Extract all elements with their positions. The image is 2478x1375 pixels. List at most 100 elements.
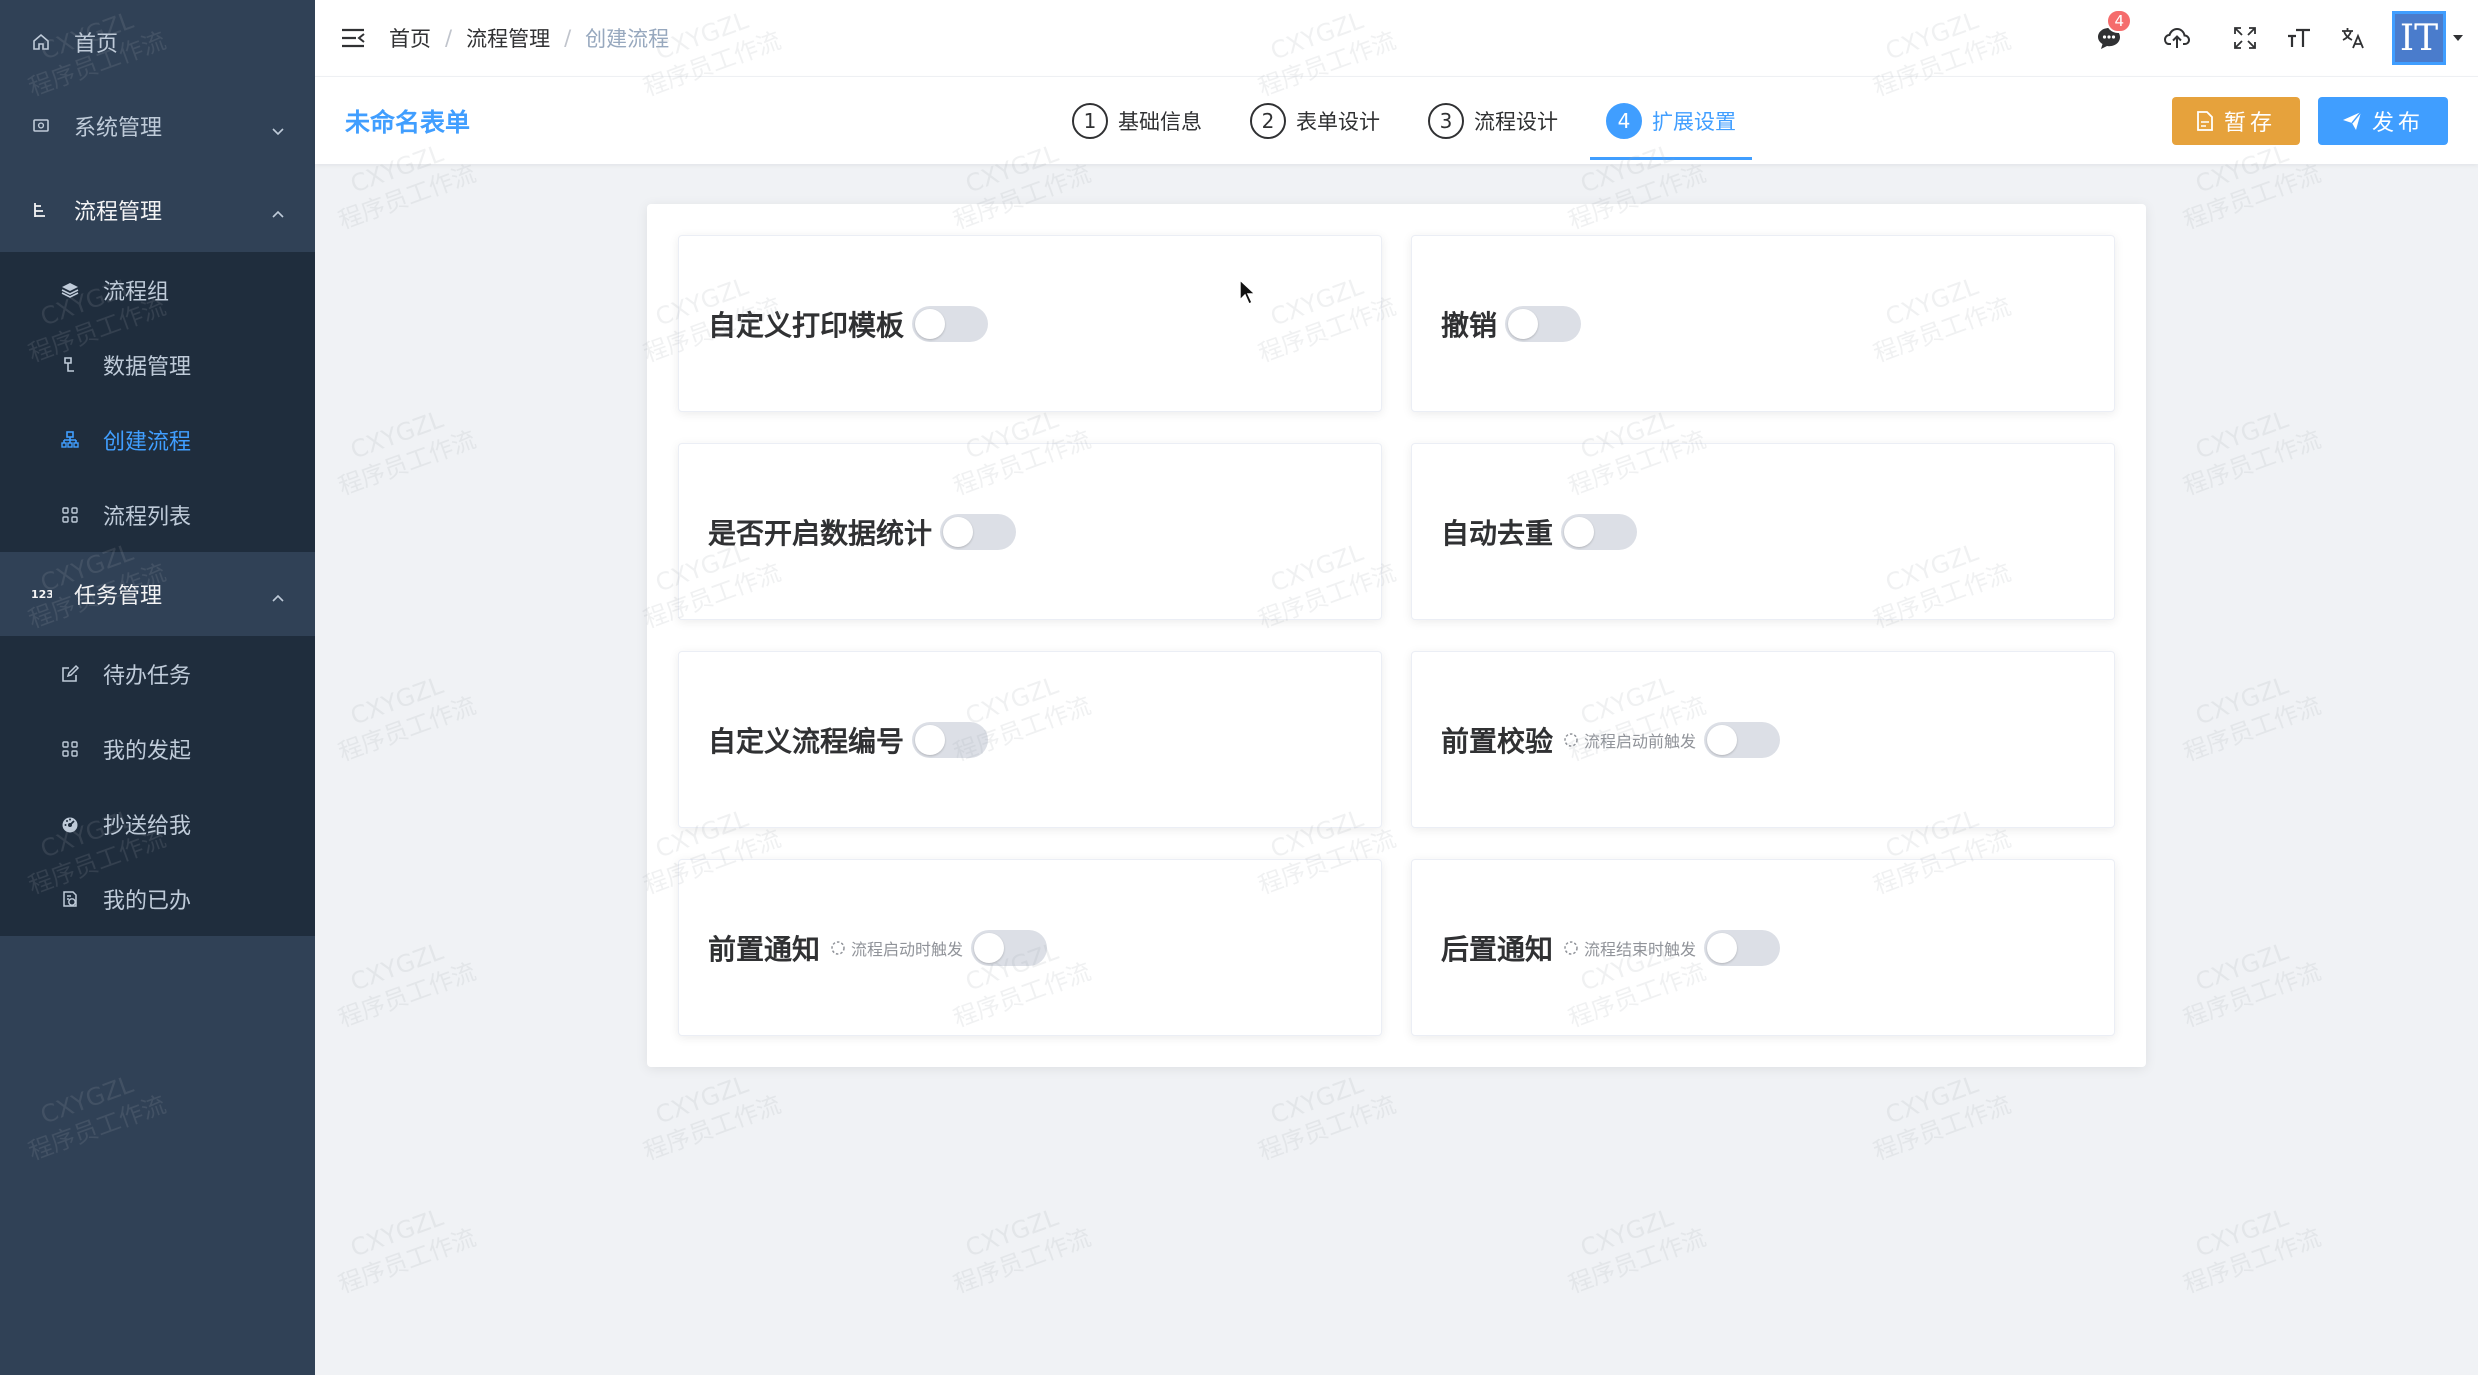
setting-card-revoke: 撤销	[1411, 235, 2115, 412]
navbar: 首页 / 流程管理 / 创建流程 4 IT	[315, 0, 2478, 76]
sidebar-item-create-flow[interactable]: 创建流程	[0, 402, 315, 477]
header-tools: 4 IT	[2084, 0, 2478, 76]
step-label: 表单设计	[1296, 109, 1380, 134]
mouse-cursor-icon	[1239, 278, 1257, 305]
sidebar-item-label: 抄送给我	[103, 813, 192, 839]
watermark-text: CXYGZL程序员工作流	[2179, 1203, 2325, 1299]
watermark-text: CXYGZL程序员工作流	[2179, 937, 2325, 1033]
setting-hint: 流程启动时触发	[830, 936, 963, 960]
setting-hint-text: 流程结束时触发	[1584, 939, 1697, 959]
sidebar-item-cc-me[interactable]: 抄送给我	[0, 786, 315, 861]
svg-text:123: 123	[31, 588, 52, 601]
avatar[interactable]: IT	[2392, 11, 2446, 65]
watermark-text: CXYGZL程序员工作流	[334, 937, 480, 1033]
sidebar-item-label: 数据管理	[103, 354, 192, 380]
sidebar-item-my-done[interactable]: 我的已办	[0, 861, 315, 936]
publish-button[interactable]: 发布	[2317, 96, 2448, 145]
done-icon	[59, 888, 81, 910]
sidebar-item-home[interactable]: 首页	[0, 0, 315, 84]
pre-notify-switch[interactable]	[971, 929, 1048, 966]
font-size-icon	[2288, 28, 2310, 47]
edit-icon	[59, 663, 81, 685]
message-button[interactable]: 4	[2086, 9, 2132, 61]
sidebar-item-flow[interactable]: 流程管理	[0, 168, 315, 252]
submenu-flow: 流程组 数据管理 创建流程 流程列表	[0, 252, 315, 552]
watermark-text: CXYGZL程序员工作流	[334, 671, 480, 767]
fullscreen-button[interactable]	[2222, 15, 2268, 61]
loading-icon	[831, 940, 845, 955]
chevron-up-icon	[271, 587, 285, 602]
sidebar-item-data-manage[interactable]: 数据管理	[0, 327, 315, 402]
step-basic-info[interactable]: 1 基础信息	[1070, 77, 1204, 164]
setting-title: 自动去重	[1441, 516, 1554, 550]
step-extend-settings[interactable]: 4 扩展设置	[1590, 77, 1752, 164]
sidebar-item-flow-list[interactable]: 流程列表	[0, 477, 315, 552]
setting-title: 前置通知	[708, 932, 821, 966]
form-title[interactable]: 未命名表单	[345, 77, 470, 164]
print-template-switch[interactable]	[912, 305, 989, 342]
document-icon	[2197, 110, 2213, 131]
sidebar-item-label: 流程组	[103, 279, 170, 305]
sidebar-item-todo[interactable]: 待办任务	[0, 636, 315, 711]
sidebar-item-system[interactable]: 系统管理	[0, 84, 315, 168]
save-draft-label: 暂存	[2223, 110, 2276, 136]
loading-icon	[1564, 940, 1578, 955]
sidebar-item-label: 流程列表	[103, 504, 192, 530]
notification-badge: 4	[2106, 9, 2132, 33]
actions: 暂存 发布	[2154, 77, 2448, 164]
breadcrumb-separator: /	[564, 26, 572, 50]
sidebar-item-task[interactable]: 123 任务管理	[0, 552, 315, 636]
watermark-text: CXYGZL程序员工作流	[1254, 1070, 1400, 1166]
breadcrumb-flow-manage[interactable]: 流程管理	[466, 23, 550, 53]
setting-title: 后置通知	[1441, 932, 1554, 966]
font-size-button[interactable]	[2276, 15, 2322, 61]
sidebar-item-label: 我的已办	[103, 888, 192, 914]
grid-icon	[59, 738, 81, 760]
sidebar-item-label: 系统管理	[74, 116, 163, 141]
setting-card-pre-notify: 前置通知 流程启动时触发	[678, 859, 1382, 1036]
step-number: 2	[1250, 102, 1286, 139]
step-flow-design[interactable]: 3 流程设计	[1426, 77, 1560, 164]
step-label: 基础信息	[1118, 109, 1202, 134]
data-statistics-switch[interactable]	[940, 513, 1017, 550]
breadcrumb-separator: /	[445, 26, 453, 50]
watermark-text: CXYGZL程序员工作流	[334, 1203, 480, 1299]
watermark-text: CXYGZL程序员工作流	[1869, 1070, 2015, 1166]
watermark-text: CXYGZL程序员工作流	[949, 1203, 1095, 1299]
home-icon	[30, 31, 52, 53]
caret-down-icon[interactable]	[2450, 30, 2466, 46]
hamburger-icon[interactable]	[339, 24, 367, 52]
sidebar-item-label: 创建流程	[103, 429, 192, 455]
system-icon	[30, 115, 52, 137]
step-number: 4	[1606, 102, 1642, 139]
watermark-text: CXYGZL程序员工作流	[334, 405, 480, 501]
save-draft-button[interactable]: 暂存	[2171, 96, 2300, 145]
upload-button[interactable]	[2154, 15, 2200, 61]
pre-validate-switch[interactable]	[1704, 721, 1781, 758]
setting-card-post-notify: 后置通知 流程结束时触发	[1411, 859, 2115, 1036]
watermark-text: CXYGZL程序员工作流	[2179, 671, 2325, 767]
step-form-design[interactable]: 2 表单设计	[1248, 77, 1382, 164]
grid-icon	[59, 504, 81, 526]
fullscreen-icon	[2234, 27, 2256, 49]
loading-icon	[1564, 732, 1578, 747]
sidebar-item-label: 我的发起	[103, 738, 192, 764]
org-icon	[59, 429, 81, 451]
custom-number-switch[interactable]	[912, 721, 989, 758]
step-label: 扩展设置	[1652, 109, 1736, 134]
setting-card-pre-validate: 前置校验 流程启动前触发	[1411, 651, 2115, 828]
sidebar-item-my-started[interactable]: 我的发起	[0, 711, 315, 786]
sidebar-item-label: 流程管理	[74, 200, 163, 225]
setting-hint: 流程启动前触发	[1563, 728, 1696, 752]
auto-dedup-switch[interactable]	[1561, 513, 1638, 550]
breadcrumb-home[interactable]: 首页	[389, 23, 431, 53]
language-button[interactable]	[2330, 15, 2376, 61]
send-icon	[2342, 111, 2362, 130]
post-notify-switch[interactable]	[1704, 929, 1781, 966]
revoke-switch[interactable]	[1505, 305, 1582, 342]
publish-label: 发布	[2371, 110, 2424, 136]
setting-hint-text: 流程启动时触发	[851, 939, 964, 959]
sidebar-item-flow-group[interactable]: 流程组	[0, 252, 315, 327]
watermark-text: CXYGZL程序员工作流	[1564, 1203, 1710, 1299]
sidebar-item-label: 待办任务	[103, 663, 192, 689]
